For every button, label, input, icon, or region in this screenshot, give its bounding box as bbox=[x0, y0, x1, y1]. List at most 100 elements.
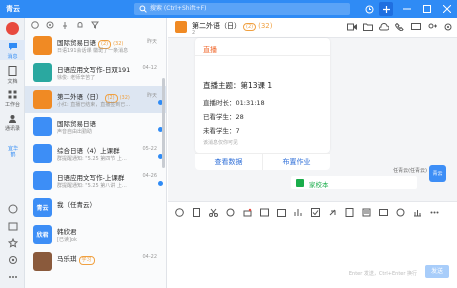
filter-icon[interactable] bbox=[90, 21, 99, 30]
nav-item-workbench[interactable]: 工作台 bbox=[0, 88, 25, 108]
conversation-item[interactable]: 第二外语（日） (2) (32) 昨天 小红: 直播已结束，直播签到已… bbox=[25, 86, 166, 113]
live-card: 直播 直播主题：第13课 1 直播时长：01:31:18 已看学生：28 未看学… bbox=[195, 38, 330, 170]
conversation-time: 05-22 bbox=[142, 146, 157, 152]
scissors-icon[interactable] bbox=[208, 207, 219, 218]
chat-panel: 第二外语（日） (2) (32) 2 直播 直播主题：第13课 1 直播时长：01:… bbox=[168, 18, 457, 288]
conversation-item[interactable]: 马乐琪 学习 04-22 bbox=[25, 248, 166, 275]
chat-settings-icon[interactable] bbox=[443, 22, 453, 32]
conversation-list: 国际贸易日语 (2) (32) 昨天 日语191会话课 徽斑了一条消息 日语应用文写作-日… bbox=[25, 18, 167, 288]
emoji-icon[interactable] bbox=[30, 21, 39, 30]
conversation-item[interactable]: 日语应用文写作-上课群 04-26 群提醒通知: "5.25 第八讲 上… bbox=[25, 167, 166, 194]
more-tools-icon[interactable] bbox=[429, 207, 440, 218]
conversation-item[interactable]: 青云 我（任青云） bbox=[25, 194, 166, 221]
sender-name: 任青云(任青云) bbox=[393, 168, 427, 174]
scrollbar[interactable] bbox=[162, 78, 165, 168]
conversation-snippet: 日语191会话课 徽斑了一条消息 bbox=[57, 48, 129, 54]
conversation-item[interactable]: 欣君 韩欣君 [已读]ok bbox=[25, 221, 166, 248]
chat-header: 第二外语（日） (2) (32) 2 bbox=[168, 18, 457, 38]
nav-label-contacts: 通讯录 bbox=[4, 126, 20, 132]
file-icon[interactable] bbox=[191, 207, 202, 218]
conversation-name-text: 日语应用文写作-上课群 bbox=[57, 174, 125, 182]
cloud-icon[interactable] bbox=[379, 22, 389, 32]
folder-icon[interactable] bbox=[363, 22, 373, 32]
chat-subtitle: 2 bbox=[192, 30, 196, 36]
chat-title: 第二外语（日） (2) (32) bbox=[192, 21, 272, 31]
conversation-item[interactable]: 综合日语（4）上课群 05-22 群提醒通知: "5.25 第四节 上… bbox=[25, 140, 166, 167]
chat-avatar[interactable] bbox=[175, 21, 187, 33]
conversation-snippet: 群提醒通知: "5.25 第四节 上… bbox=[57, 156, 127, 162]
conversation-time: 04-26 bbox=[142, 173, 157, 179]
sender-avatar[interactable]: 青云 bbox=[429, 165, 446, 182]
card-unwatched: 未看学生：7 bbox=[203, 127, 240, 135]
file-message[interactable]: 家校本 bbox=[291, 176, 417, 189]
conversation-time: 昨天 bbox=[146, 93, 157, 99]
add-button[interactable] bbox=[379, 2, 393, 16]
image-icon[interactable] bbox=[259, 207, 270, 218]
conversation-snippet: 声音自由出勤助 bbox=[57, 129, 93, 135]
task-icon[interactable] bbox=[310, 207, 321, 218]
emoji-icon[interactable] bbox=[174, 207, 185, 218]
conversation-avatar: 欣君 bbox=[33, 225, 52, 244]
calendar-icon[interactable] bbox=[7, 220, 18, 231]
title-bar: 青云 搜索 (Ctrl+Shift+F) bbox=[0, 0, 457, 18]
conversation-avatar bbox=[33, 90, 52, 109]
input-hint: Enter 发送，Ctrl+Enter 换行 bbox=[348, 271, 417, 277]
file-name: 家校本 bbox=[309, 181, 329, 189]
maximize-icon[interactable] bbox=[421, 2, 433, 16]
nav-item-contacts[interactable]: 通讯录 bbox=[0, 112, 25, 132]
conversation-name: 国际贸易日语 bbox=[57, 118, 96, 128]
conversation-name-text: 国际贸易日语 bbox=[57, 39, 96, 47]
conversation-item[interactable]: 国际贸易日语 (2) (32) 昨天 日语191会话课 徽斑了一条消息 bbox=[25, 32, 166, 59]
minimize-icon[interactable] bbox=[401, 2, 413, 16]
conversation-name-text: 我（任青云） bbox=[57, 201, 96, 209]
card-theme: 直播主题：第13课 1 bbox=[203, 81, 273, 90]
homework-icon[interactable] bbox=[344, 207, 355, 218]
live-icon[interactable] bbox=[378, 207, 389, 218]
vote-icon[interactable] bbox=[293, 207, 304, 218]
chat-bubble-icon bbox=[0, 40, 25, 53]
nav-item-docs[interactable]: 文档 bbox=[0, 64, 25, 85]
nav-label-workbench: 工作台 bbox=[4, 102, 20, 108]
chat-count: (32) bbox=[258, 22, 273, 30]
conversation-name: 日语应用文写作-日双191 bbox=[57, 64, 130, 74]
conversation-item[interactable]: 国际贸易日语 声音自由出勤助 bbox=[25, 113, 166, 140]
conversation-name-text: 日语应用文写作-日双191 bbox=[57, 66, 131, 74]
nav-item-messages[interactable]: 消息 bbox=[0, 40, 25, 60]
sign-icon[interactable] bbox=[395, 207, 406, 218]
conversation-avatar bbox=[33, 252, 52, 271]
contacts-icon bbox=[0, 112, 25, 125]
mention-icon[interactable] bbox=[225, 207, 236, 218]
apps-icon[interactable] bbox=[7, 203, 18, 214]
message-input[interactable]: Enter 发送，Ctrl+Enter 换行 发送 bbox=[168, 201, 457, 288]
star-icon[interactable] bbox=[7, 237, 18, 248]
org-badge[interactable]: 宜华鹤 bbox=[8, 146, 18, 158]
at-icon[interactable] bbox=[45, 21, 54, 30]
conversation-item[interactable]: 日语应用文写作-日双191 04-12 徐俊: 老师辛苦了 bbox=[25, 59, 166, 86]
gift-icon[interactable] bbox=[242, 207, 253, 218]
history-icon[interactable] bbox=[362, 2, 376, 16]
close-icon[interactable] bbox=[441, 2, 453, 16]
user-avatar[interactable] bbox=[6, 22, 19, 35]
more-icon[interactable] bbox=[7, 271, 18, 282]
pin-icon[interactable] bbox=[60, 21, 69, 30]
bell-icon[interactable] bbox=[75, 21, 84, 30]
phone-icon[interactable] bbox=[395, 22, 405, 32]
link-icon[interactable] bbox=[327, 207, 338, 218]
add-member-icon[interactable] bbox=[427, 22, 437, 32]
document-icon bbox=[0, 64, 25, 77]
card-note: 该消息仅你可见 bbox=[203, 140, 239, 146]
view-data-button[interactable]: 查看数据 bbox=[195, 154, 262, 170]
settings-icon[interactable] bbox=[7, 254, 18, 265]
screen-icon[interactable] bbox=[411, 22, 421, 32]
note-icon[interactable] bbox=[361, 207, 372, 218]
assign-homework-button[interactable]: 布置作业 bbox=[262, 154, 330, 170]
search-placeholder: 搜索 (Ctrl+Shift+F) bbox=[150, 5, 207, 12]
video-icon[interactable] bbox=[347, 22, 357, 32]
send-button[interactable]: 发送 bbox=[425, 265, 449, 278]
grade-icon[interactable] bbox=[412, 207, 423, 218]
search-input[interactable]: 搜索 (Ctrl+Shift+F) bbox=[134, 3, 350, 15]
search-icon bbox=[139, 5, 147, 13]
unread-dot bbox=[158, 181, 163, 186]
nav-label-docs: 文档 bbox=[7, 78, 18, 85]
calendar-icon[interactable] bbox=[276, 207, 287, 218]
